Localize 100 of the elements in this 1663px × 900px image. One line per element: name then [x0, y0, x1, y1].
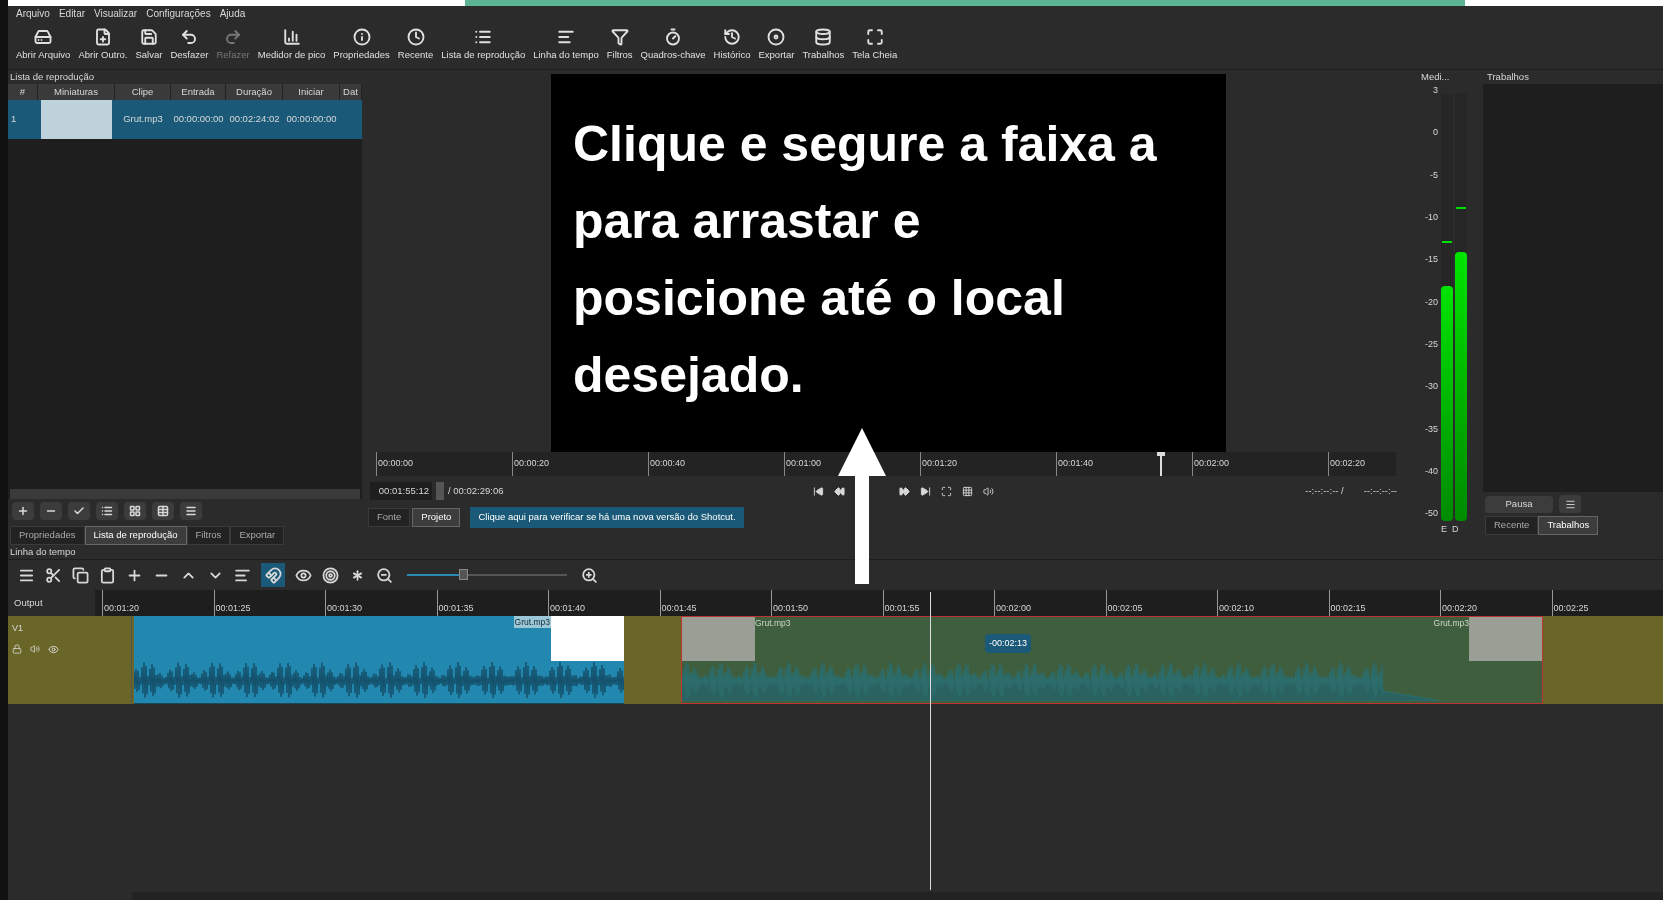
- ruler-label: 00:02:25: [1552, 601, 1589, 615]
- toolbar-button[interactable]: Exportar: [754, 27, 799, 63]
- skip-back-icon[interactable]: [813, 485, 824, 497]
- scale-label: -30: [1425, 380, 1438, 394]
- skip-forward-icon[interactable]: [920, 485, 931, 497]
- list-view-button[interactable]: [96, 502, 118, 520]
- thumbnail-placeholder: [41, 100, 112, 139]
- channel-label: E: [1441, 523, 1447, 536]
- toolbar-button[interactable]: Quadros-chave: [636, 27, 710, 63]
- target-icon[interactable]: [322, 566, 339, 584]
- toolbar-button[interactable]: Desfazer: [166, 27, 213, 63]
- toolbar-button[interactable]: Salvar: [131, 27, 167, 63]
- panel-tab[interactable]: Filtros: [186, 526, 231, 545]
- panel-title: Medi...: [1420, 70, 1451, 84]
- panel-tab[interactable]: Lista de reprodução: [84, 526, 187, 545]
- ruler-label: 00:01:30: [326, 601, 363, 615]
- duration-text: / 00:02:29:06: [448, 483, 504, 498]
- menu-item[interactable]: Ajuda: [219, 6, 246, 21]
- panel-tab[interactable]: Projeto: [412, 507, 461, 527]
- toolbar-button[interactable]: Histórico: [709, 27, 755, 63]
- copy-icon[interactable]: [72, 566, 89, 584]
- scale-label: -40: [1425, 465, 1438, 479]
- volume-icon[interactable]: [30, 644, 40, 654]
- toolbar-button[interactable]: Lista de reprodução: [437, 27, 530, 63]
- toolbar-button[interactable]: Trabalhos: [798, 27, 849, 63]
- ruler-label: 00:01:00: [785, 457, 822, 471]
- update-notice-link[interactable]: Clique aqui para verificar se há uma nova versão do Shotcut.: [470, 506, 744, 528]
- zoom-fit-icon[interactable]: [941, 485, 952, 497]
- panel-tab[interactable]: Fonte: [368, 507, 411, 527]
- ruler-label: 00:01:55: [883, 601, 920, 615]
- grid-view-button[interactable]: [124, 502, 146, 520]
- volume-icon[interactable]: [983, 485, 994, 497]
- menu-item[interactable]: Configurações: [146, 6, 211, 21]
- ruler-label: 00:02:20: [1441, 601, 1478, 615]
- menu-item[interactable]: Visualizar: [94, 6, 138, 21]
- instruction-text: desejado.: [573, 346, 804, 405]
- clip-label: Grut.mp3: [755, 617, 791, 630]
- menu-button[interactable]: [1559, 495, 1581, 513]
- panel-title: Trabalhos: [1486, 70, 1530, 84]
- update-button[interactable]: [68, 502, 90, 520]
- toolbar-button[interactable]: Abrir Outro.: [74, 27, 132, 63]
- channel-label: D: [1452, 523, 1459, 536]
- plus-icon: [17, 505, 29, 517]
- menu-item[interactable]: Editar: [58, 6, 86, 21]
- snap-toggle[interactable]: [261, 563, 285, 587]
- panel-title: Lista de reprodução: [9, 70, 95, 84]
- instruction-text: para arrastar e: [573, 192, 921, 251]
- instruction-text: Clique e segure a faixa a: [573, 115, 1157, 174]
- table-icon: [157, 505, 169, 517]
- ruler-label: 00:01:20: [921, 457, 958, 471]
- panel-tab[interactable]: Trabalhos: [1538, 516, 1599, 535]
- menu-item[interactable]: Arquivo: [16, 6, 50, 21]
- scale-label: -5: [1430, 168, 1438, 182]
- list-icon: [101, 505, 113, 517]
- out-point-text: --:--:--:--: [1363, 483, 1397, 498]
- menu-button[interactable]: [180, 502, 202, 520]
- scale-label: 0: [1433, 126, 1438, 140]
- scale-label: -10: [1425, 211, 1438, 225]
- fast-forward-icon[interactable]: [899, 485, 910, 497]
- ruler-label: 00:02:00: [1193, 457, 1230, 471]
- toolbar-button[interactable]: Recente: [393, 27, 438, 63]
- playhead-marker[interactable]: [1157, 452, 1166, 476]
- player-ruler[interactable]: 00:00:00 00:00:20 00:00:40 00:01:00 00:01:20 00:01:40 00:02:00 00:02:20: [376, 452, 1396, 476]
- add-button[interactable]: [12, 502, 34, 520]
- pause-button[interactable]: Pausa: [1485, 495, 1553, 513]
- toolbar-button[interactable]: Propriedades: [329, 27, 394, 63]
- playlist-row[interactable]: 1 Grut.mp3 00:00:00:00 00:02:24:02 00:00:00:00: [8, 100, 362, 139]
- ruler-label: 00:02:15: [1329, 601, 1366, 615]
- ruler-label: 00:02:00: [995, 601, 1032, 615]
- scale-label: -50: [1425, 507, 1438, 521]
- in-point-text: --:--:--:-- /: [1305, 483, 1344, 498]
- track-header: Output: [8, 590, 95, 616]
- scissors-icon[interactable]: [45, 566, 62, 584]
- rewind-icon[interactable]: [834, 485, 845, 497]
- ruler-label: 00:01:35: [437, 601, 474, 615]
- clipboard-icon[interactable]: [99, 566, 116, 584]
- toolbar-button[interactable]: Abrir Arquivo: [12, 27, 75, 63]
- position-field[interactable]: 00:01:55:12: [370, 482, 432, 500]
- remove-button[interactable]: [40, 502, 62, 520]
- zoom-in-icon[interactable]: [581, 566, 598, 584]
- ruler-label: 00:02:10: [1218, 601, 1255, 615]
- zoom-out-icon[interactable]: [376, 566, 393, 584]
- toolbar-button[interactable]: Filtros: [602, 27, 637, 63]
- lock-icon[interactable]: [12, 644, 22, 654]
- ruler-label: 00:01:40: [549, 601, 586, 615]
- peak-marker: [1442, 241, 1452, 244]
- panel-tab[interactable]: Exportar: [230, 526, 285, 545]
- time-tooltip: -00:02:13: [985, 634, 1032, 653]
- panel-tab[interactable]: Recente: [1485, 516, 1539, 535]
- audio-clip[interactable]: Grut.mp3: [134, 616, 624, 704]
- scale-label: -35: [1425, 422, 1438, 436]
- toolbar-button[interactable]: Medidor de pico: [253, 27, 330, 63]
- toolbar-button[interactable]: Linha do tempo: [529, 27, 603, 63]
- grid-icon[interactable]: [962, 485, 973, 497]
- table-view-button[interactable]: [152, 502, 174, 520]
- ruler-label: 00:01:25: [214, 601, 251, 615]
- toolbar-button[interactable]: Tela Cheia: [848, 27, 902, 63]
- scale-label: -20: [1425, 295, 1438, 309]
- horizontal-scrollbar[interactable]: [10, 489, 360, 499]
- panel-tab[interactable]: Propriedades: [10, 526, 85, 545]
